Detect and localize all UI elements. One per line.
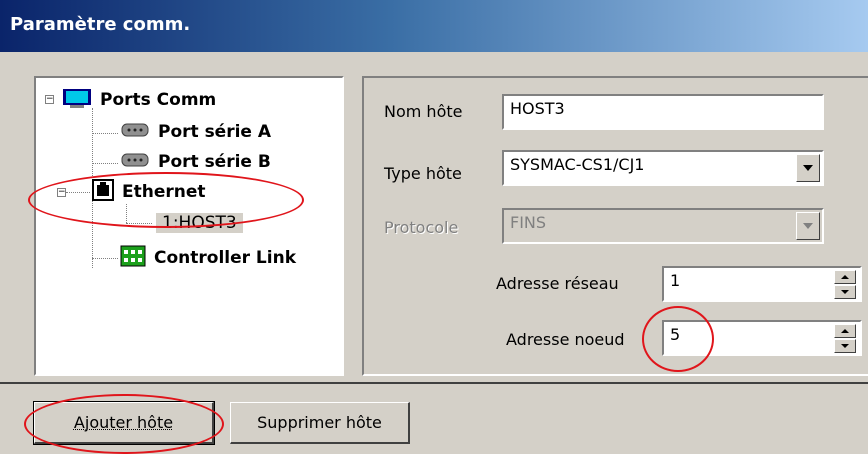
title-bar: Paramètre comm.	[0, 0, 868, 52]
tree-connector	[126, 204, 127, 223]
tree-connector	[92, 163, 118, 164]
tree-item-ethernet[interactable]: Ethernet	[92, 179, 206, 205]
chevron-down-icon	[803, 223, 813, 229]
node-address-input[interactable]: 5	[662, 320, 862, 356]
tree-item-label: Port série B	[158, 152, 271, 172]
add-host-button[interactable]: Ajouter hôte	[33, 401, 215, 445]
network-address-decrement[interactable]	[834, 285, 856, 299]
serial-port-icon	[120, 121, 150, 143]
controller-link-icon	[120, 245, 146, 271]
divider	[0, 382, 868, 384]
node-address-increment[interactable]	[834, 324, 856, 338]
comm-ports-tree[interactable]: − Ports Comm Port série A Port série B −…	[34, 76, 344, 376]
tree-item-label: Controller Link	[154, 248, 297, 268]
tree-item-controller-link[interactable]: Controller Link	[120, 245, 296, 271]
tree-item-host3[interactable]: 1:HOST3	[156, 210, 243, 236]
collapse-icon[interactable]: −	[57, 188, 66, 197]
tree-item-label: 1:HOST3	[156, 213, 243, 233]
node-address-label: Adresse noeud	[506, 330, 625, 349]
remove-host-button[interactable]: Supprimer hôte	[230, 402, 410, 444]
serial-port-icon	[120, 151, 150, 173]
node-address-decrement[interactable]	[834, 339, 856, 353]
host-type-select[interactable]: SYSMAC-CS1/CJ1	[502, 150, 824, 186]
arrow-down-icon	[841, 344, 849, 348]
monitor-icon	[62, 88, 92, 112]
collapse-icon[interactable]: −	[45, 95, 54, 104]
arrow-up-icon	[841, 329, 849, 333]
add-host-label: Ajouter hôte	[73, 413, 174, 432]
network-address-input[interactable]: 1	[662, 266, 862, 302]
tree-connector	[126, 223, 152, 224]
tree-connector	[92, 258, 118, 259]
window-title: Paramètre comm.	[10, 14, 191, 35]
tree-connector	[66, 192, 90, 193]
host-name-input[interactable]: HOST3	[502, 94, 824, 130]
protocol-select: FINS	[502, 208, 824, 244]
protocol-label: Protocole	[384, 218, 459, 237]
network-address-label: Adresse réseau	[496, 274, 619, 293]
tree-item-label: Port série A	[158, 122, 272, 142]
host-type-dropdown-button[interactable]	[796, 154, 820, 182]
chevron-down-icon	[803, 165, 813, 171]
remove-host-label: Supprimer hôte	[257, 413, 382, 432]
protocol-dropdown-button	[796, 212, 820, 240]
tree-item-port-serie-a[interactable]: Port série A	[120, 119, 271, 145]
arrow-down-icon	[841, 290, 849, 294]
tree-item-port-serie-b[interactable]: Port série B	[120, 149, 271, 175]
tree-item-ports-comm[interactable]: Ports Comm	[62, 87, 216, 113]
host-name-label: Nom hôte	[384, 102, 463, 121]
arrow-up-icon	[841, 275, 849, 279]
tree-connector	[92, 133, 118, 134]
tree-item-label: Ports Comm	[100, 90, 217, 110]
host-type-label: Type hôte	[384, 164, 462, 183]
network-address-increment[interactable]	[834, 270, 856, 284]
ethernet-port-icon	[92, 179, 114, 205]
tree-item-label: Ethernet	[122, 182, 206, 202]
